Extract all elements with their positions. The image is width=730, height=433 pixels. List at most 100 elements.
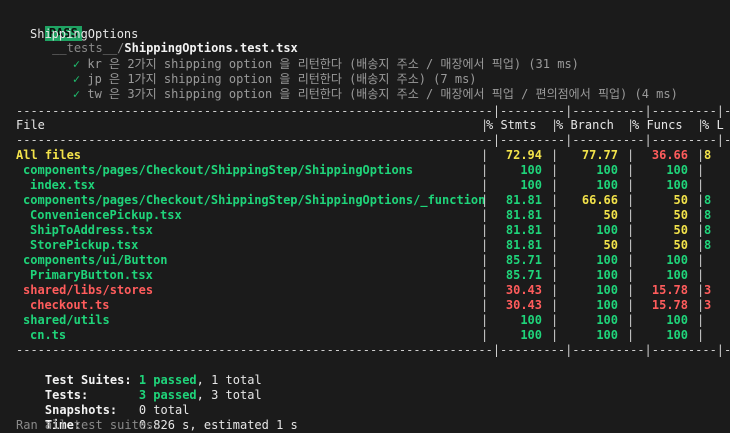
coverage-stmts-value: 100 — [520, 178, 542, 192]
column-divider: | — [627, 298, 635, 312]
coverage-stmts-value: 85.71 — [505, 253, 542, 267]
coverage-funcs-value: 100 — [666, 253, 688, 267]
column-divider: | — [627, 268, 635, 282]
table-row: checkout.ts 30.43 100 15.78 3 | | | | — [0, 298, 730, 313]
column-header-stmts: % Stmts — [486, 118, 537, 132]
coverage-funcs-value: 15.78 — [651, 283, 688, 297]
column-divider: | — [697, 253, 705, 267]
column-divider: | — [697, 223, 705, 237]
column-header-lines: % L — [702, 118, 724, 132]
table-row: components/ui/Button 85.71 100 100 | | | | — [0, 253, 730, 268]
column-divider: | — [551, 223, 559, 237]
column-divider: | — [697, 193, 705, 207]
summary-snapshots: Snapshots: 0 total — [16, 388, 190, 417]
column-divider: | — [481, 238, 489, 252]
summary-total: , 3 total — [196, 388, 262, 402]
coverage-branch-value: 77.77 — [581, 148, 618, 162]
column-divider: | — [627, 178, 635, 192]
coverage-file-name: components/pages/Checkout/ShippingStep/S… — [23, 163, 414, 177]
summary-footer: Ran all test suites. — [16, 418, 161, 432]
coverage-stmts-value: 85.71 — [505, 268, 542, 282]
column-divider: | — [551, 298, 559, 312]
coverage-funcs-value: 50 — [673, 238, 688, 252]
coverage-lines-value: 3 — [704, 283, 712, 297]
coverage-funcs-value: 50 — [673, 193, 688, 207]
table-row: ShipToAddress.tsx 81.81 100 50 8 | | | | — [0, 223, 730, 238]
test-result: ✓ kr 은 2가지 shipping option 을 리턴한다 (배송지 주… — [44, 42, 579, 71]
table-row: All files 72.94 77.77 36.66 8 | | | | — [0, 148, 730, 163]
coverage-branch-value: 100 — [596, 283, 618, 297]
column-header-branch: % Branch — [556, 118, 614, 132]
table-header-row: File% Stmts% Branch% Funcs% L | | | | — [0, 118, 730, 133]
coverage-file-name: ShipToAddress.tsx — [30, 223, 153, 237]
column-divider: | — [481, 178, 489, 192]
column-divider: | — [481, 193, 489, 207]
coverage-stmts-value: 81.81 — [505, 193, 542, 207]
column-divider: | — [627, 328, 635, 342]
coverage-stmts-value: 100 — [520, 163, 542, 177]
column-divider: | — [481, 283, 489, 297]
coverage-branch-value: 100 — [596, 298, 618, 312]
coverage-funcs-value: 50 — [673, 223, 688, 237]
coverage-file-name: PrimaryButton.tsx — [30, 268, 153, 282]
column-divider: | — [481, 298, 489, 312]
coverage-branch-value: 50 — [603, 208, 618, 222]
coverage-funcs-value: 100 — [666, 328, 688, 342]
table-separator: ----------------------------------------… — [16, 343, 730, 357]
column-divider: | — [627, 283, 635, 297]
column-divider: | — [697, 283, 705, 297]
coverage-file-name: components/ui/Button — [23, 253, 168, 267]
column-divider: | — [551, 283, 559, 297]
coverage-branch-value: 50 — [603, 238, 618, 252]
test-result: ✓ jp 은 1가지 shipping option 을 리턴한다 (배송지 주… — [44, 57, 477, 86]
column-divider: | — [481, 148, 489, 162]
coverage-lines-value: 8 — [704, 193, 712, 207]
coverage-stmts-value: 30.43 — [505, 283, 542, 297]
terminal-window: PASS __tests__/ShippingOptions.test.tsx … — [0, 0, 730, 433]
column-divider: | — [481, 268, 489, 282]
coverage-branch-value: 100 — [596, 268, 618, 282]
column-divider: | — [697, 328, 705, 342]
coverage-branch-value: 100 — [596, 163, 618, 177]
table-row: components/pages/Checkout/ShippingStep/S… — [0, 193, 730, 208]
coverage-file-name: StorePickup.tsx — [30, 238, 139, 252]
table-row: cn.ts 100 100 100 | | | | — [0, 328, 730, 343]
coverage-funcs-value: 36.66 — [651, 148, 688, 162]
coverage-lines-value: 3 — [704, 298, 712, 312]
column-divider: | — [697, 298, 705, 312]
coverage-funcs-value: 100 — [666, 178, 688, 192]
check-icon: ✓ — [72, 87, 81, 101]
column-divider: | — [627, 208, 635, 222]
column-divider: | — [551, 328, 559, 342]
coverage-file-name: checkout.ts — [30, 298, 110, 312]
column-divider: | — [481, 118, 489, 132]
table-row: shared/utils 100 100 100 | | | | — [0, 313, 730, 328]
column-divider: | — [627, 253, 635, 267]
coverage-stmts-value: 81.81 — [505, 223, 542, 237]
coverage-file-name: shared/libs/stores — [23, 283, 154, 297]
column-divider: | — [481, 313, 489, 327]
coverage-branch-value: 100 — [596, 328, 618, 342]
test-title: tw 은 3가지 shipping option 을 리턴한다 (배송지 주소 … — [87, 87, 678, 101]
coverage-branch-value: 100 — [596, 313, 618, 327]
coverage-file-name: shared/utils — [23, 313, 110, 327]
column-header-file: File — [16, 118, 45, 132]
column-divider: | — [697, 268, 705, 282]
test-file-header: PASS __tests__/ShippingOptions.test.tsx — [16, 11, 298, 55]
coverage-file-name: components/pages/Checkout/ShippingStep/S… — [23, 193, 486, 207]
coverage-lines-value: 8 — [704, 223, 712, 237]
coverage-branch-value: 100 — [596, 223, 618, 237]
test-result: ✓ tw 은 3가지 shipping option 을 리턴한다 (배송지 주… — [44, 72, 678, 101]
summary-suites: Test Suites: 1 passed, 1 total — [16, 358, 262, 387]
coverage-file-name: cn.ts — [30, 328, 67, 342]
coverage-stmts-value: 30.43 — [505, 298, 542, 312]
column-divider: | — [481, 208, 489, 222]
summary-tests: Tests: 3 passed, 3 total — [16, 373, 262, 402]
column-divider: | — [697, 148, 705, 162]
coverage-funcs-value: 50 — [673, 208, 688, 222]
column-divider: | — [551, 193, 559, 207]
coverage-file-name: index.tsx — [30, 178, 96, 192]
column-divider: | — [551, 118, 559, 132]
coverage-branch-value: 100 — [596, 178, 618, 192]
column-divider: | — [627, 148, 635, 162]
